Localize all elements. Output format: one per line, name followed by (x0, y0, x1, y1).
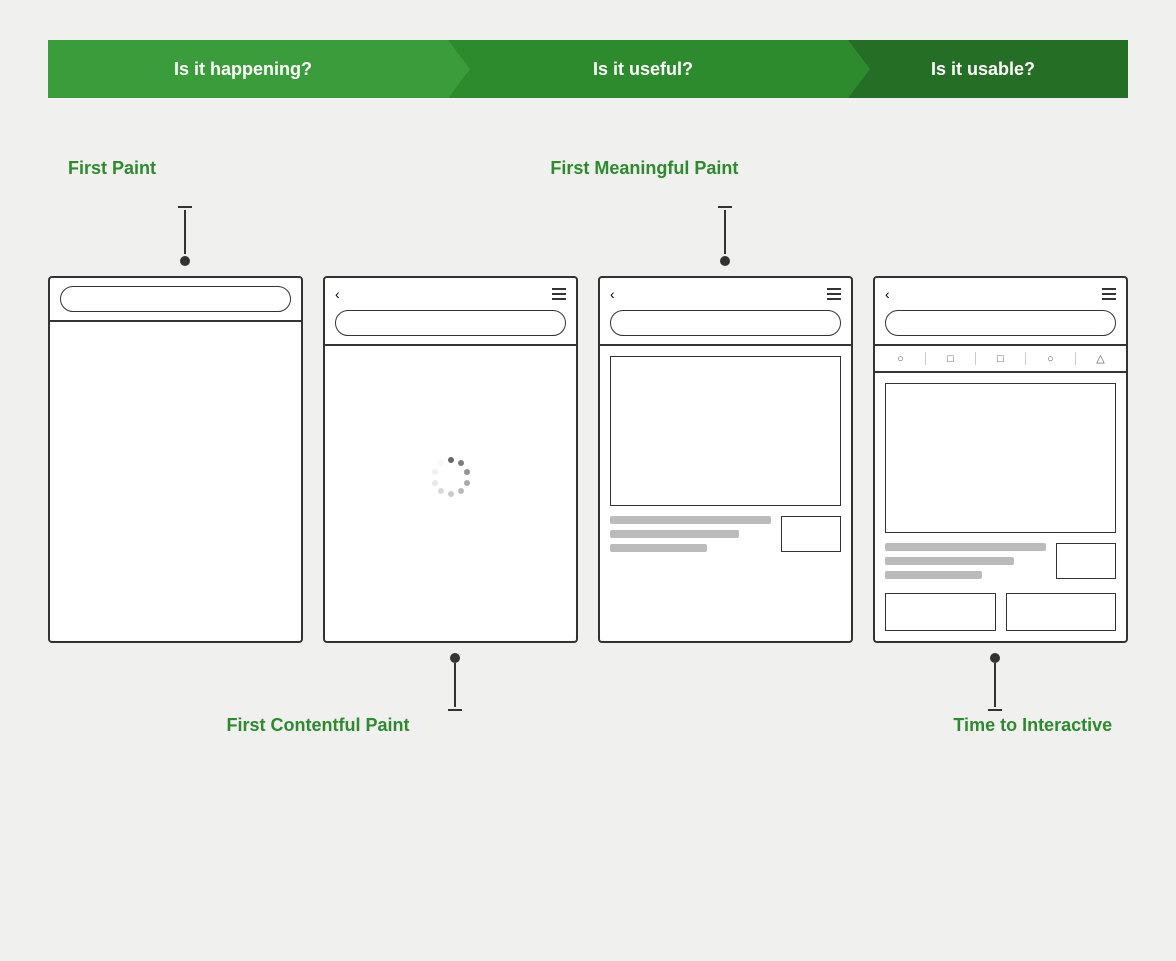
connector-dot3 (450, 653, 460, 663)
arrow-useful-label: Is it useful? (573, 59, 723, 80)
phone4-tab-square2: □ (979, 352, 1022, 365)
connector-cap4 (988, 709, 1002, 711)
connector-line2 (724, 210, 726, 254)
phone3-action-button (781, 516, 841, 552)
time-to-interactive-label: Time to Interactive (953, 715, 1112, 736)
phone1-body (50, 322, 301, 582)
phone4-content-image (885, 383, 1116, 533)
arrow-happening-label: Is it happening? (154, 59, 342, 80)
labels-top: First Paint First Meaningful Paint (48, 158, 1128, 198)
connector-line3 (454, 663, 456, 707)
connector-line (184, 210, 186, 254)
connectors-top (48, 206, 1128, 266)
connector-cap (178, 206, 192, 208)
phone2-search-bar (335, 310, 566, 336)
phone2-body (325, 346, 576, 606)
connector-cap2 (718, 206, 732, 208)
phone4-text-lines (885, 543, 1046, 579)
phone-time-to-interactive: ‹ ○ □ □ ○ △ (873, 276, 1128, 643)
phone4-tab-circle: ○ (879, 352, 922, 365)
phone-first-paint (48, 276, 303, 643)
connectors-bottom (48, 651, 1128, 711)
connector-first-contentful (448, 651, 462, 711)
phone2-header: ‹ (325, 278, 576, 346)
connector-dot2 (720, 256, 730, 266)
phone3-text-lines (610, 516, 771, 552)
text-line (610, 516, 771, 524)
tab-separator (925, 352, 926, 365)
connector-time-interactive (988, 651, 1002, 711)
phone4-tab-triangle: △ (1079, 352, 1122, 365)
phone4-action-button (1056, 543, 1116, 579)
arrow-happening: Is it happening? (48, 40, 448, 98)
phone3-hamburger-icon (827, 288, 841, 300)
first-contentful-paint-label: First Contentful Paint (227, 715, 410, 736)
phone4-tabs: ○ □ □ ○ △ (875, 346, 1126, 373)
connector-first-paint (178, 206, 192, 266)
arrow-usable: Is it usable? (848, 40, 1128, 98)
connector-cap3 (448, 709, 462, 711)
loading-spinner-icon (429, 454, 473, 498)
phone4-tab-square1: □ (929, 352, 972, 365)
phone2-header-row1: ‹ (335, 286, 566, 302)
phone-first-meaningful: ‹ (598, 276, 853, 643)
phone2-hamburger-icon (552, 288, 566, 300)
phone1-search-bar (60, 286, 291, 312)
phone4-hamburger-icon (1102, 288, 1116, 300)
arrow-usable-label: Is it usable? (911, 59, 1065, 80)
phone3-content-image (610, 356, 841, 506)
first-paint-label: First Paint (68, 158, 156, 179)
phones-row: ‹ (48, 276, 1128, 643)
phone2-back-icon: ‹ (335, 286, 340, 302)
phone4-btn-right (1006, 593, 1117, 631)
phone4-btn-left (885, 593, 996, 631)
phone4-body (875, 373, 1126, 641)
loading-spinner-container (335, 356, 566, 596)
tab-separator (1075, 352, 1076, 365)
phone3-header-row1: ‹ (610, 286, 841, 302)
first-meaningful-paint-label: First Meaningful Paint (550, 158, 738, 179)
phone4-bottom-buttons (885, 593, 1116, 631)
phone4-header: ‹ (875, 278, 1126, 346)
connector-line4 (994, 663, 996, 707)
tab-separator (975, 352, 976, 365)
text-line (885, 557, 1014, 565)
phone4-tab-circle2: ○ (1029, 352, 1072, 365)
phone3-content-lower (610, 516, 841, 552)
phone1-header (50, 278, 301, 322)
phone3-back-icon: ‹ (610, 286, 615, 302)
content-area: First Paint First Meaningful Paint (48, 158, 1128, 755)
connector-dot4 (990, 653, 1000, 663)
phone4-back-icon: ‹ (885, 286, 890, 302)
arrow-useful: Is it useful? (448, 40, 848, 98)
text-line (885, 571, 982, 579)
banner: Is it happening? Is it useful? Is it usa… (48, 40, 1128, 98)
phone4-header-row1: ‹ (885, 286, 1116, 302)
text-line (610, 544, 707, 552)
phone3-header: ‹ (600, 278, 851, 346)
text-line (610, 530, 739, 538)
labels-bottom: First Contentful Paint Time to Interacti… (48, 715, 1128, 755)
phone4-search-bar (885, 310, 1116, 336)
phone-first-contentful: ‹ (323, 276, 578, 643)
text-line (885, 543, 1046, 551)
phone3-body (600, 346, 851, 606)
connector-first-meaningful (718, 206, 732, 266)
connector-dot (180, 256, 190, 266)
phone4-content-lower (885, 543, 1116, 579)
phone3-search-bar (610, 310, 841, 336)
tab-separator (1025, 352, 1026, 365)
